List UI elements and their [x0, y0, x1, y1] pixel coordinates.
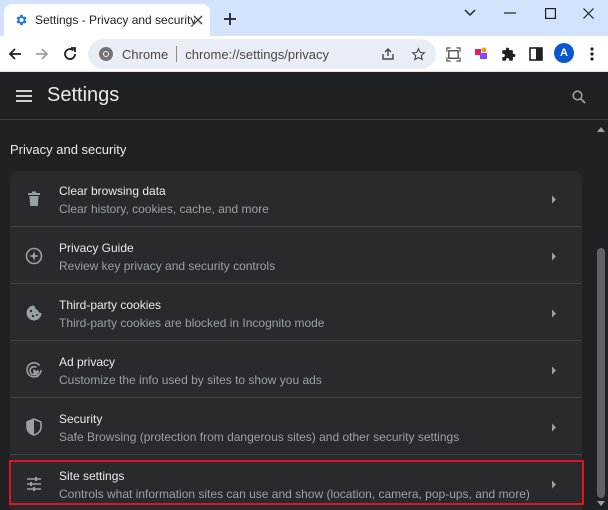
hamburger-menu-icon[interactable]	[14, 86, 34, 106]
reload-icon[interactable]	[58, 42, 82, 66]
list-item-clear-browsing-data[interactable]: Clear browsing data Clear history, cooki…	[10, 171, 582, 227]
forward-icon[interactable]	[30, 42, 54, 66]
tab-title: Settings - Privacy and security	[35, 13, 195, 27]
extension-colored-icon[interactable]	[469, 42, 493, 66]
minimize-icon[interactable]	[490, 2, 530, 24]
settings-content: Privacy and security Clear browsing data…	[0, 121, 594, 510]
list-item-privacy-guide[interactable]: Privacy Guide Review key privacy and sec…	[10, 228, 582, 284]
shield-icon	[24, 417, 44, 437]
address-bar[interactable]: Chrome chrome://settings/privacy	[88, 39, 436, 69]
scroll-down-icon[interactable]	[597, 500, 605, 508]
scrollbar[interactable]	[594, 121, 608, 510]
ad-privacy-icon	[24, 360, 44, 380]
tab-close-icon[interactable]	[190, 12, 206, 28]
item-title: Clear browsing data	[59, 184, 166, 198]
item-subtitle: Controls what information sites can use …	[59, 487, 530, 501]
maximize-icon[interactable]	[530, 2, 570, 24]
page-title: Settings	[47, 84, 120, 106]
item-title: Third-party cookies	[59, 298, 162, 312]
screenshot-icon[interactable]	[441, 42, 465, 66]
item-subtitle: Third-party cookies are blocked in Incog…	[59, 316, 325, 330]
share-icon[interactable]	[380, 46, 396, 62]
scrollbar-thumb[interactable]	[597, 248, 605, 498]
chevron-right-icon	[548, 307, 560, 319]
close-window-icon[interactable]	[568, 2, 608, 24]
chrome-logo-icon	[98, 46, 114, 62]
profile-avatar[interactable]: A	[554, 43, 574, 63]
chevron-right-icon	[548, 478, 560, 490]
back-icon[interactable]	[3, 42, 27, 66]
chevron-right-icon	[548, 364, 560, 376]
search-icon[interactable]	[570, 88, 588, 106]
list-item-third-party-cookies[interactable]: Third-party cookies Third-party cookies …	[10, 285, 582, 341]
item-title: Site settings	[59, 469, 125, 483]
item-title: Security	[59, 412, 103, 426]
item-subtitle: Review key privacy and security controls	[59, 259, 276, 273]
chevron-right-icon	[548, 421, 560, 433]
url-text[interactable]: chrome://settings/privacy	[185, 47, 329, 62]
item-subtitle: Clear history, cookies, cache, and more	[59, 202, 269, 216]
list-item-ad-privacy[interactable]: Ad privacy Customize the info used by si…	[10, 342, 582, 398]
new-tab-button[interactable]	[219, 8, 241, 30]
chevron-right-icon	[548, 250, 560, 262]
settings-header: Settings	[0, 72, 608, 120]
settings-gear-icon	[13, 12, 29, 28]
kebab-menu-icon[interactable]	[580, 42, 604, 66]
sliders-icon	[24, 474, 44, 494]
bookmark-star-icon[interactable]	[410, 46, 426, 62]
site-label: Chrome	[122, 46, 169, 62]
section-title: Privacy and security	[10, 142, 127, 157]
list-item-security[interactable]: Security Safe Browsing (protection from …	[10, 399, 582, 455]
item-title: Privacy Guide	[59, 241, 134, 255]
browser-window: Settings - Privacy and security Chrome c…	[0, 0, 608, 510]
item-title: Ad privacy	[59, 355, 116, 369]
privacy-settings-card: Clear browsing data Clear history, cooki…	[10, 171, 582, 510]
tab-strip: Settings - Privacy and security	[0, 0, 608, 36]
scroll-up-icon[interactable]	[597, 125, 605, 133]
tab-settings[interactable]: Settings - Privacy and security	[4, 4, 210, 36]
browser-toolbar: Chrome chrome://settings/privacy A	[0, 36, 608, 72]
item-subtitle: Customize the info used by sites to show…	[59, 373, 322, 387]
address-divider	[176, 46, 178, 62]
chevron-down-icon[interactable]	[450, 2, 490, 24]
extensions-puzzle-icon[interactable]	[496, 42, 520, 66]
chevron-right-icon	[548, 193, 560, 205]
list-item-site-settings[interactable]: Site settings Controls what information …	[10, 456, 582, 510]
cookie-icon	[24, 303, 44, 323]
side-panel-icon[interactable]	[524, 42, 548, 66]
compass-icon	[24, 246, 44, 266]
trash-icon	[24, 189, 44, 209]
item-subtitle: Safe Browsing (protection from dangerous…	[59, 430, 460, 444]
